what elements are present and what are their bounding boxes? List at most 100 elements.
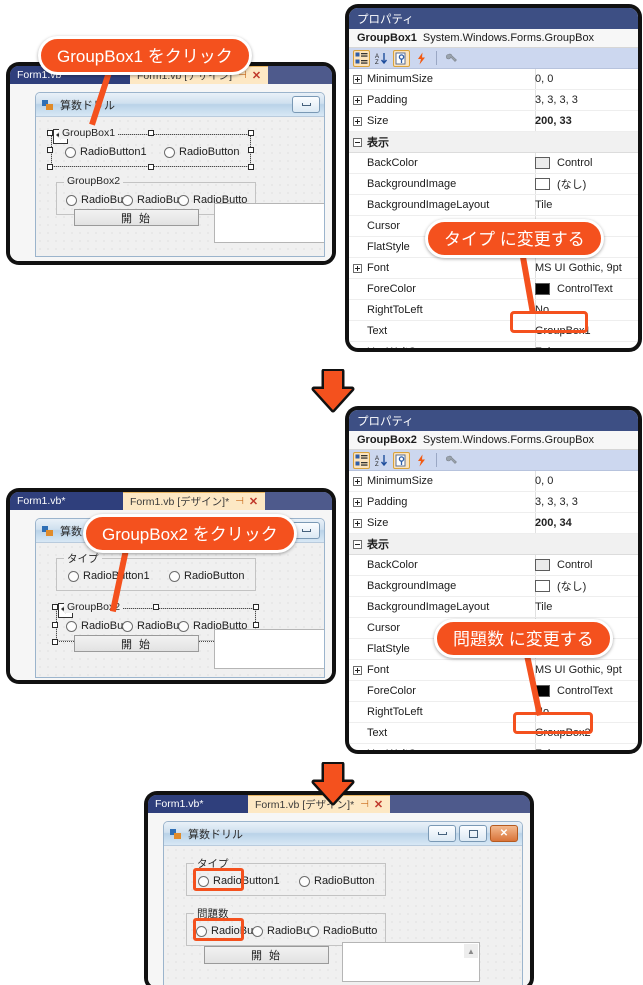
property-row-righttoleft[interactable]: RightToLeft No (349, 702, 638, 723)
property-row-font[interactable]: Font MS UI Gothic, 9pt (349, 258, 638, 279)
property-value[interactable]: False (535, 748, 638, 750)
expand-toggle[interactable] (349, 665, 365, 675)
property-row-padding[interactable]: Padding 3, 3, 3, 3 (349, 492, 638, 513)
property-value[interactable]: Tile (535, 601, 638, 613)
property-value-wrap[interactable]: Control (535, 559, 638, 571)
property-row-size[interactable]: Size 200, 33 (349, 111, 638, 132)
properties-page-icon[interactable] (393, 451, 410, 469)
expand-toggle[interactable] (349, 476, 365, 486)
radio-button-3[interactable]: RadioBu (66, 194, 123, 206)
categorized-icon[interactable] (353, 49, 370, 67)
property-row-text[interactable]: Text GroupBox2 (349, 723, 638, 744)
selection-handle[interactable] (52, 639, 58, 645)
property-value[interactable]: 200, 34 (535, 517, 638, 529)
property-row-text[interactable]: Text GroupBox1 (349, 321, 638, 342)
selection-handle[interactable] (47, 164, 53, 170)
collapse-toggle[interactable] (349, 137, 365, 147)
property-category-hyouji[interactable]: 表示 (349, 132, 638, 153)
property-value[interactable]: MS UI Gothic, 9pt (535, 262, 638, 274)
alphabetical-sort-icon[interactable]: A Z (373, 452, 390, 469)
expand-toggle[interactable] (349, 497, 365, 507)
property-value-wrap[interactable]: (なし) (535, 176, 638, 192)
minimize-icon[interactable] (428, 825, 456, 842)
start-button-step3[interactable]: 開 始 (204, 946, 329, 964)
property-row-minimumsize[interactable]: MinimumSize 0, 0 (349, 69, 638, 90)
alphabetical-sort-icon[interactable]: A Z (373, 50, 390, 67)
close-icon[interactable]: ✕ (249, 495, 258, 508)
property-row-font[interactable]: Font MS UI Gothic, 9pt (349, 660, 638, 681)
collapse-toggle[interactable] (349, 539, 365, 549)
selection-handle[interactable] (248, 147, 254, 153)
property-value[interactable]: 0, 0 (535, 475, 638, 487)
property-row-usewaitcursor[interactable]: UseWaitCursor False (349, 744, 638, 750)
selection-handle[interactable] (153, 604, 159, 610)
selection-handle[interactable] (248, 130, 254, 136)
close-icon[interactable]: ✕ (374, 798, 383, 811)
property-pages-wrench-icon[interactable] (443, 50, 460, 67)
radio-button-2[interactable]: RadioButton (299, 875, 375, 887)
property-row-backgroundimage[interactable]: BackgroundImage (なし) (349, 576, 638, 597)
property-row-usewaitcursor[interactable]: UseWaitCursor False (349, 342, 638, 348)
property-row-padding[interactable]: Padding 3, 3, 3, 3 (349, 90, 638, 111)
maximize-icon[interactable] (459, 825, 487, 842)
categorized-icon[interactable] (353, 451, 370, 469)
tab-form1-vb-design-step2[interactable]: Form1.vb [デザイン]* ⊣ ✕ (123, 492, 266, 510)
start-button-step2[interactable]: 開 始 (74, 635, 199, 652)
expand-toggle[interactable] (349, 74, 365, 84)
minimize-icon[interactable] (292, 96, 320, 113)
property-value-wrap[interactable]: Control (535, 157, 638, 169)
pin-icon[interactable]: ⊣ (235, 496, 244, 507)
property-value[interactable]: False (535, 346, 638, 348)
property-row-backgroundimagelayout[interactable]: BackgroundImageLayout Tile (349, 195, 638, 216)
properties-object-row[interactable]: GroupBox2 System.Windows.Forms.GroupBox (349, 431, 638, 450)
property-value-wrap[interactable]: ControlText (535, 283, 638, 295)
selection-handle[interactable] (47, 147, 53, 153)
property-value[interactable]: 0, 0 (535, 73, 638, 85)
property-value[interactable]: 200, 33 (535, 115, 638, 127)
property-pages-wrench-icon[interactable] (443, 452, 460, 469)
property-row-righttoleft[interactable]: RightToLeft No (349, 300, 638, 321)
property-row-backcolor[interactable]: BackColor Control (349, 153, 638, 174)
property-value-wrap[interactable]: (なし) (535, 578, 638, 594)
start-button-step1[interactable]: 開 始 (74, 209, 199, 226)
properties-object-row[interactable]: GroupBox1 System.Windows.Forms.GroupBox (349, 29, 638, 48)
property-value-wrap[interactable]: ControlText (535, 685, 638, 697)
selection-handle[interactable] (148, 164, 154, 170)
groupbox1-step2[interactable]: タイプ RadioButton1 RadioButton (56, 551, 256, 591)
property-row-forecolor[interactable]: ForeColor ControlText (349, 279, 638, 300)
expand-toggle[interactable] (349, 95, 365, 105)
expand-toggle[interactable] (349, 518, 365, 528)
close-icon[interactable]: ✕ (490, 825, 518, 842)
radio-button-1[interactable]: RadioButton1 (68, 570, 150, 582)
pin-icon[interactable]: ⊣ (360, 799, 369, 810)
events-lightning-icon[interactable] (413, 452, 430, 469)
property-value[interactable]: 3, 3, 3, 3 (535, 496, 638, 508)
radio-button-4[interactable]: RadioBu (122, 194, 179, 206)
property-row-size[interactable]: Size 200, 34 (349, 513, 638, 534)
close-icon[interactable]: ✕ (252, 69, 261, 82)
selection-handle[interactable] (52, 622, 58, 628)
property-row-forecolor[interactable]: ForeColor ControlText (349, 681, 638, 702)
expand-toggle[interactable] (349, 263, 365, 273)
property-category-hyouji[interactable]: 表示 (349, 534, 638, 555)
radio-button-4[interactable]: RadioBu (252, 925, 309, 937)
selection-handle[interactable] (253, 604, 259, 610)
events-lightning-icon[interactable] (413, 50, 430, 67)
selection-handle[interactable] (248, 164, 254, 170)
tab-form1-vb-code-step2[interactable]: Form1.vb* (10, 492, 123, 510)
properties-page-icon[interactable] (393, 49, 410, 67)
tab-form1-vb-code-step3[interactable]: Form1.vb* (148, 795, 248, 813)
property-row-backgroundimagelayout[interactable]: BackgroundImageLayout Tile (349, 597, 638, 618)
radio-button-2[interactable]: RadioButton (169, 570, 245, 582)
radio-button-5[interactable]: RadioButto (308, 925, 377, 937)
expand-toggle[interactable] (349, 116, 365, 126)
property-row-backgroundimage[interactable]: BackgroundImage (なし) (349, 174, 638, 195)
selection-handle[interactable] (253, 622, 259, 628)
property-row-backcolor[interactable]: BackColor Control (349, 555, 638, 576)
selection-handle[interactable] (148, 130, 154, 136)
property-row-minimumsize[interactable]: MinimumSize 0, 0 (349, 471, 638, 492)
property-value[interactable]: 3, 3, 3, 3 (535, 94, 638, 106)
property-value[interactable]: Tile (535, 199, 638, 211)
scroll-up-icon[interactable]: ▲ (464, 944, 478, 958)
property-value[interactable]: MS UI Gothic, 9pt (535, 664, 638, 676)
